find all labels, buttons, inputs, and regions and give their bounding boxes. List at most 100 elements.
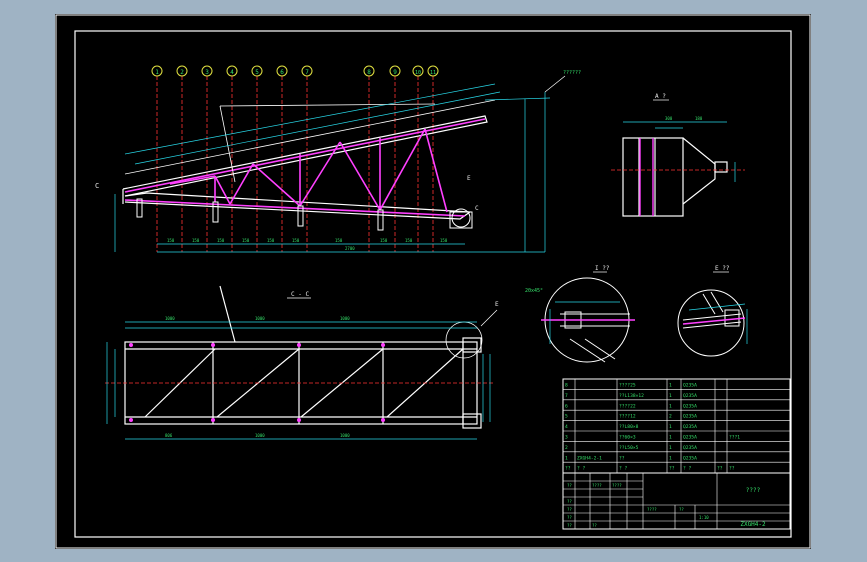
svg-text:300: 300	[665, 116, 673, 121]
bom-row-2-material: Q235A	[683, 445, 697, 451]
bom-header-name: ? ?	[619, 466, 628, 472]
bom-row-8-qty: 1	[669, 383, 672, 389]
svg-text:7: 7	[305, 69, 309, 76]
svg-text:9: 9	[393, 69, 397, 76]
svg-text:150: 150	[167, 238, 175, 243]
bom-row-3-note: ???1	[729, 435, 740, 441]
tb-cell-5: ??	[567, 515, 572, 520]
bom-row-7-name: ??L138×12	[619, 393, 644, 399]
bom-row-6-no: 6	[565, 403, 568, 409]
svg-text:806: 806	[165, 433, 173, 438]
grid-bubble-1: 1	[151, 65, 163, 77]
tb-cell-10: ??	[592, 523, 597, 528]
bom-row-1-qty: 1	[669, 455, 672, 461]
reference-line	[124, 99, 496, 175]
svg-text:8: 8	[367, 69, 371, 76]
bom-row-1-code: ZXGH4-2-1	[577, 455, 602, 461]
svg-text:2700: 2700	[345, 246, 355, 251]
bom-header-code: ? ?	[577, 466, 586, 472]
grid-bubble-11: 11	[427, 65, 439, 77]
title-block: ???? ZXGH4-2 ?? ???? ???? ?? ?? ?? ???? …	[562, 472, 791, 530]
bom-row-6-name: ????22	[619, 403, 636, 409]
dimension-texts: 150 150 150 150 150 150 150 150 150 150 …	[167, 238, 448, 251]
grid-bubble-3: 3	[201, 65, 213, 77]
callout-top: ??????	[563, 70, 581, 76]
grid-bubble-6: 6	[276, 65, 288, 77]
bom-row-1-no: 1	[565, 455, 568, 461]
svg-text:1000: 1000	[340, 433, 350, 438]
svg-text:1000: 1000	[255, 433, 265, 438]
bom-header-weight: ??	[717, 466, 723, 472]
bom-row-8-material: Q235A	[683, 383, 697, 389]
bom-row-8-name: ????25	[619, 383, 636, 389]
svg-text:1: 1	[155, 69, 159, 76]
leader-line-2	[219, 103, 436, 107]
bom-row-1-material: Q235A	[683, 455, 697, 461]
bom-row-7-material: Q235A	[683, 393, 697, 399]
tb-cell-4: ??	[567, 507, 572, 512]
svg-text:1000: 1000	[165, 316, 175, 321]
bom-row-4-no: 4	[565, 424, 568, 430]
drawing-canvas[interactable]: 1 2 3 4 5 6 7 8 9 10 11 150 150 150 150 …	[55, 14, 811, 549]
svg-text:150: 150	[217, 238, 225, 243]
bom-row-5-no: 5	[565, 414, 568, 420]
svg-text:150: 150	[292, 238, 300, 243]
grid-bubble-8: 8	[363, 65, 375, 77]
dimension-lines	[114, 83, 551, 253]
bom-row-4-qty: 1	[669, 424, 672, 430]
svg-text:1000: 1000	[340, 316, 350, 321]
bom-row-5-qty: 2	[669, 414, 672, 420]
bom-row-5-material: Q235A	[683, 414, 697, 420]
svg-text:4: 4	[230, 69, 234, 76]
section-mark-c-left: C	[95, 182, 99, 190]
bom-header-note: ??	[729, 466, 735, 472]
detail-e-view: E ??	[677, 265, 748, 357]
bom-row-7-no: 7	[565, 393, 568, 399]
tb-cell-1: ????	[592, 483, 602, 488]
elevation-view: 1 2 3 4 5 6 7 8 9 10 11 150 150 150 150 …	[95, 65, 581, 253]
grid-bubbles: 1 2 3 4 5 6 7 8 9 10 11	[151, 65, 439, 77]
callout-leader	[544, 75, 566, 93]
section-a-title: A ?	[655, 93, 666, 100]
bom-row-6-qty: 1	[669, 403, 672, 409]
bom-row-6-material: Q235A	[683, 403, 697, 409]
svg-text:11: 11	[430, 70, 436, 76]
bom-row-2-qty: 1	[669, 445, 672, 451]
svg-text:3: 3	[205, 69, 209, 76]
tb-cell-0: ??	[567, 483, 572, 488]
bom-row-3-material: Q235A	[683, 435, 697, 441]
grid-bubble-5: 5	[251, 65, 263, 77]
svg-text:150: 150	[440, 238, 448, 243]
detail-i-title: I ??	[595, 265, 610, 272]
cad-viewport[interactable]: 1 2 3 4 5 6 7 8 9 10 11 150 150 150 150 …	[55, 14, 811, 549]
plan-view-cc: C - C 1000 1000 1000 806 1000 1000 E	[105, 285, 499, 440]
section-cc-title: C - C	[291, 291, 309, 298]
bom-table: 8 ????25 1 Q235A7 ??L138×12 1 Q235A6 ????22 1 Q23…	[562, 378, 791, 474]
bom-header-material: ? ?	[683, 466, 692, 472]
tb-cell-9: ??	[567, 523, 572, 528]
bom-row-3-no: 3	[565, 435, 568, 441]
svg-text:150: 150	[380, 238, 388, 243]
drawing-title: ????	[746, 487, 761, 494]
bom-row-4-name: ??L80×8	[619, 424, 639, 430]
svg-text:150: 150	[405, 238, 413, 243]
grid-bubble-10: 10	[412, 65, 424, 77]
bom-row-3-name: ??60×3	[619, 435, 636, 441]
section-a-view: A ? 300 180	[611, 93, 745, 217]
svg-text:180: 180	[695, 116, 703, 121]
bom-header-no: ??	[565, 466, 571, 472]
section-mark-c-right: C	[475, 205, 479, 212]
bom-row-4-material: Q235A	[683, 424, 697, 430]
bom-row-2-name: ??L50×5	[619, 445, 639, 451]
detail-i-view: I ?? 20x45°	[525, 265, 635, 363]
bom-row-1-name: ??	[619, 455, 625, 461]
detail-mark-e: E	[467, 175, 471, 182]
tb-cell-6: ????	[647, 507, 657, 512]
grid-bubble-7: 7	[301, 65, 313, 77]
grid-bubble-2: 2	[176, 65, 188, 77]
svg-text:150: 150	[335, 238, 343, 243]
svg-text:6: 6	[280, 69, 284, 76]
grid-lines	[156, 76, 434, 252]
tb-cell-7: ??	[679, 507, 684, 512]
truss-outline	[122, 115, 488, 220]
